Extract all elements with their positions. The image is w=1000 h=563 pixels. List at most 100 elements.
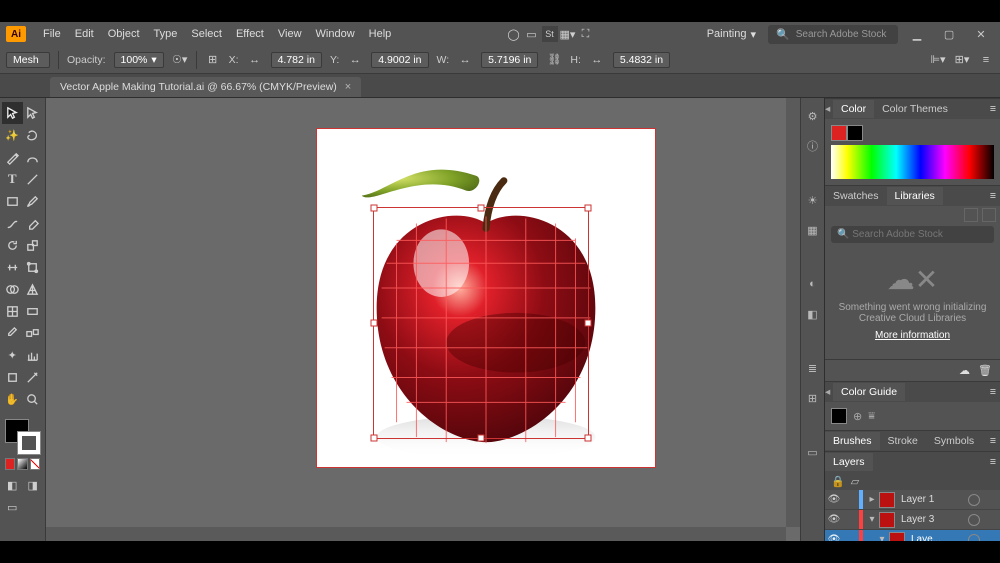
scrub-icon[interactable]: ↔ bbox=[589, 52, 605, 68]
tab-layers[interactable]: Layers bbox=[825, 453, 873, 471]
target-icon[interactable] bbox=[968, 534, 980, 542]
slice-tool[interactable] bbox=[23, 366, 44, 388]
menu-file[interactable]: File bbox=[36, 24, 68, 44]
disclosure-icon[interactable]: ▾ bbox=[877, 534, 887, 541]
screen-mode[interactable]: ▭ bbox=[2, 496, 23, 518]
grid-view-icon[interactable] bbox=[982, 208, 996, 222]
vertical-scrollbar[interactable] bbox=[786, 98, 800, 527]
artboard[interactable] bbox=[316, 128, 656, 468]
layer-name[interactable]: Layer 1 bbox=[897, 494, 966, 505]
blend-tool[interactable] bbox=[23, 322, 44, 344]
gradient-mode[interactable] bbox=[17, 458, 27, 470]
panel-menu-icon[interactable]: ≡ bbox=[986, 435, 1000, 447]
free-transform-tool[interactable] bbox=[23, 256, 44, 278]
eraser-tool[interactable] bbox=[23, 212, 44, 234]
rect-tool[interactable] bbox=[2, 190, 23, 212]
visibility-toggle[interactable]: 👁 bbox=[825, 494, 843, 505]
menu-edit[interactable]: Edit bbox=[68, 24, 101, 44]
draw-normal[interactable]: ◧ bbox=[2, 474, 23, 496]
gpu-icon[interactable]: ⛶ bbox=[578, 26, 594, 42]
menu-view[interactable]: View bbox=[271, 24, 309, 44]
harmony-icon2[interactable]: ⩸ bbox=[868, 410, 875, 423]
layer-row[interactable]: 👁 ▾ Laye... bbox=[825, 530, 1000, 541]
zoom-tool[interactable] bbox=[23, 388, 44, 410]
doc-icon[interactable]: ▭ bbox=[524, 26, 540, 42]
opacity-input[interactable]: 100%▾ bbox=[114, 52, 164, 68]
panel-menu-icon[interactable]: ≡ bbox=[986, 456, 1000, 468]
perspective-tool[interactable] bbox=[23, 278, 44, 300]
st-icon[interactable]: St bbox=[542, 26, 558, 42]
menu-type[interactable]: Type bbox=[147, 24, 185, 44]
menu-help[interactable]: Help bbox=[362, 24, 399, 44]
transform-anchor-icon[interactable]: ⊞ bbox=[205, 52, 221, 68]
tab-close-icon[interactable]: × bbox=[345, 81, 351, 93]
x-input[interactable]: 4.782 in bbox=[271, 52, 322, 68]
rotate-tool[interactable] bbox=[2, 234, 23, 256]
magic-wand-tool[interactable]: ✨ bbox=[2, 124, 23, 146]
shaper-tool[interactable] bbox=[2, 212, 23, 234]
link-wh-icon[interactable]: ⛓ bbox=[546, 52, 562, 68]
line-tool[interactable] bbox=[23, 168, 44, 190]
width-tool[interactable] bbox=[2, 256, 23, 278]
fill-stroke-swatch[interactable] bbox=[2, 416, 43, 456]
scrub-icon[interactable]: ↔ bbox=[247, 52, 263, 68]
appearance-icon[interactable]: ☀ bbox=[805, 192, 821, 208]
disclosure-icon[interactable]: ▾ bbox=[867, 514, 877, 525]
pen-tool[interactable] bbox=[2, 146, 23, 168]
w-input[interactable]: 5.7196 in bbox=[481, 52, 538, 68]
type-tool[interactable]: T bbox=[2, 168, 23, 190]
canvas-area[interactable] bbox=[46, 98, 800, 541]
artboard-tool[interactable] bbox=[2, 366, 23, 388]
tab-color[interactable]: Color bbox=[833, 100, 874, 118]
none-mode[interactable] bbox=[30, 458, 40, 470]
curvature-tool[interactable] bbox=[23, 146, 44, 168]
draw-behind[interactable]: ◨ bbox=[23, 474, 44, 496]
navigator-icon[interactable]: ▭ bbox=[805, 444, 821, 460]
base-color-swatch[interactable] bbox=[831, 408, 847, 424]
menu-object[interactable]: Object bbox=[101, 24, 147, 44]
tab-stroke[interactable]: Stroke bbox=[880, 432, 926, 450]
list-view-icon[interactable] bbox=[964, 208, 978, 222]
align-icon[interactable]: ⊫▾ bbox=[930, 52, 946, 68]
menu-window[interactable]: Window bbox=[309, 24, 362, 44]
new-icon[interactable]: ☁ bbox=[959, 364, 970, 377]
color-mode[interactable] bbox=[5, 458, 15, 470]
scrub-icon[interactable]: ↔ bbox=[347, 52, 363, 68]
transparency-icon[interactable]: ◐ bbox=[805, 276, 821, 292]
trash-icon[interactable]: 🗑 bbox=[978, 364, 992, 377]
maximize-button[interactable]: ▢ bbox=[942, 27, 956, 41]
layer-name[interactable]: Laye... bbox=[907, 534, 966, 541]
symbol-sprayer-tool[interactable]: ✦ bbox=[2, 344, 23, 366]
selection-bbox[interactable] bbox=[373, 207, 589, 439]
tab-color-guide[interactable]: Color Guide bbox=[833, 383, 905, 401]
tab-brushes[interactable]: Brushes bbox=[825, 432, 880, 450]
tab-symbols[interactable]: Symbols bbox=[926, 432, 982, 450]
direct-select-tool[interactable] bbox=[23, 102, 44, 124]
style-icon[interactable]: ☉▾ bbox=[172, 52, 188, 68]
mesh-tool[interactable] bbox=[2, 300, 23, 322]
pathfinder-icon[interactable]: ◧ bbox=[805, 306, 821, 322]
y-input[interactable]: 4.9002 in bbox=[371, 52, 428, 68]
layer-name[interactable]: Layer 3 bbox=[897, 514, 966, 525]
selection-tool[interactable] bbox=[2, 102, 23, 124]
workspace-switcher[interactable]: Painting ▾ bbox=[701, 26, 762, 43]
more-info-link[interactable]: More information bbox=[875, 330, 950, 341]
panel-menu-icon[interactable]: ≡ bbox=[986, 190, 1000, 202]
shape-builder-tool[interactable] bbox=[2, 278, 23, 300]
properties-icon[interactable]: ⚙ bbox=[805, 108, 821, 124]
fill-stroke-mini[interactable] bbox=[831, 125, 994, 141]
close-button[interactable]: ✕ bbox=[974, 27, 988, 41]
layer-row[interactable]: 👁▸Layer 1 bbox=[825, 490, 1000, 510]
menu-effect[interactable]: Effect bbox=[229, 24, 271, 44]
visibility-toggle[interactable]: 👁 bbox=[825, 534, 843, 541]
tab-color-themes[interactable]: Color Themes bbox=[874, 100, 956, 118]
hand-tool[interactable]: ✋ bbox=[2, 388, 23, 410]
library-search[interactable]: 🔍 Search Adobe Stock bbox=[831, 226, 994, 243]
eyedropper-tool[interactable] bbox=[2, 322, 23, 344]
tab-swatches[interactable]: Swatches bbox=[825, 187, 887, 205]
art-icon[interactable]: ▱ bbox=[851, 475, 859, 488]
graph-tool[interactable] bbox=[23, 344, 44, 366]
visibility-toggle[interactable]: 👁 bbox=[825, 514, 843, 525]
color-spectrum[interactable] bbox=[831, 145, 994, 179]
layer-row[interactable]: 👁 ▾ Layer 3 bbox=[825, 510, 1000, 530]
